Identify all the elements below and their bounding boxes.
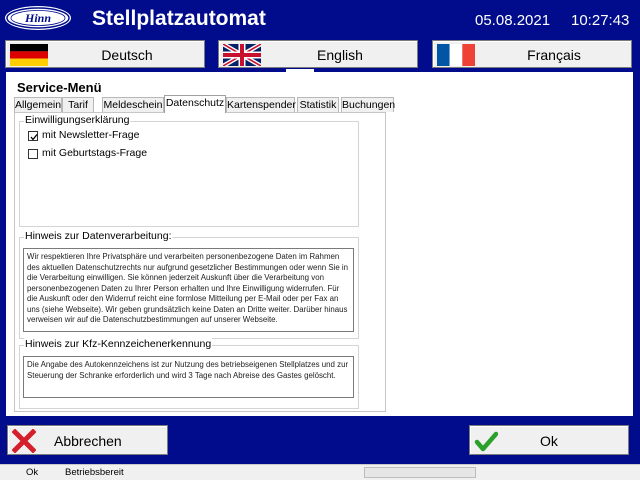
language-label: Deutsch xyxy=(101,47,153,63)
cancel-button-label: Abbrechen xyxy=(54,433,122,449)
privacy-notice-textbox[interactable]: Wir respektieren Ihre Privatsphäre und v… xyxy=(23,248,354,332)
flag-uk-icon xyxy=(223,44,261,66)
cancel-x-icon xyxy=(12,429,36,453)
tab-kartenspender[interactable]: Kartenspender xyxy=(226,97,296,112)
flag-france-icon xyxy=(437,44,475,66)
privacy-notice-group: Hinweis zur Datenverarbeitung: Wir respe… xyxy=(19,230,359,339)
checkmark-icon xyxy=(474,431,498,452)
tab-datenschutz[interactable]: Datenschutz xyxy=(164,95,226,113)
header-bar: Hinn Stellplatzautomat 05.08.2021 10:27:… xyxy=(0,0,640,40)
tab-content-datenschutz: Einwilligungserklärung mit Newsletter-Fr… xyxy=(14,112,386,412)
status-code: Ok xyxy=(26,467,39,478)
privacy-notice-title: Hinweis zur Datenverarbeitung: xyxy=(24,230,173,242)
panel-title: Service-Menü xyxy=(17,80,102,95)
newsletter-checkbox-label[interactable]: mit Newsletter-Frage xyxy=(42,129,139,141)
plate-recognition-title: Hinweis zur Kfz-Kennzeichenerkennung xyxy=(24,338,213,350)
ok-button[interactable]: Ok xyxy=(469,425,629,455)
service-menu-panel: Service-Menü Allgemein Tarif Meldeschein… xyxy=(6,72,633,416)
newsletter-checkbox[interactable] xyxy=(28,131,38,141)
language-label: English xyxy=(317,47,363,63)
flag-germany-icon xyxy=(10,44,48,66)
tab-meldeschein[interactable]: Meldeschein xyxy=(102,97,164,112)
status-progress-bar xyxy=(364,467,476,478)
language-label: Français xyxy=(527,47,581,63)
language-button-deutsch[interactable]: Deutsch xyxy=(5,40,205,68)
logo: Hinn xyxy=(5,6,71,30)
tab-buchungen[interactable]: Buchungen xyxy=(341,97,395,112)
ok-button-label: Ok xyxy=(540,433,558,449)
tab-statistik[interactable]: Statistik xyxy=(297,97,339,112)
plate-recognition-textbox[interactable]: Die Angabe des Autokennzeichens ist zur … xyxy=(23,356,354,398)
birthday-checkbox-label[interactable]: mit Geburtstags-Frage xyxy=(42,147,147,159)
app-title: Stellplatzautomat xyxy=(92,7,266,30)
svg-text:Hinn: Hinn xyxy=(24,11,51,25)
tab-tarif[interactable]: Tarif xyxy=(62,97,94,112)
checkmark-icon xyxy=(30,134,38,141)
status-message: Betriebsbereit xyxy=(65,467,124,478)
cancel-button[interactable]: Abbrechen xyxy=(7,425,168,455)
time-display: 10:27:43 xyxy=(571,12,630,29)
tab-allgemein[interactable]: Allgemein xyxy=(14,97,62,112)
plate-recognition-group: Hinweis zur Kfz-Kennzeichenerkennung Die… xyxy=(19,338,359,409)
date-display: 05.08.2021 xyxy=(475,12,551,29)
language-button-english[interactable]: English xyxy=(218,40,418,68)
consent-group-title: Einwilligungserklärung xyxy=(24,114,131,126)
language-button-francais[interactable]: Français xyxy=(432,40,632,68)
consent-group: Einwilligungserklärung mit Newsletter-Fr… xyxy=(19,114,359,227)
birthday-checkbox[interactable] xyxy=(28,149,38,159)
status-bar: Ok Betriebsbereit xyxy=(0,464,640,480)
